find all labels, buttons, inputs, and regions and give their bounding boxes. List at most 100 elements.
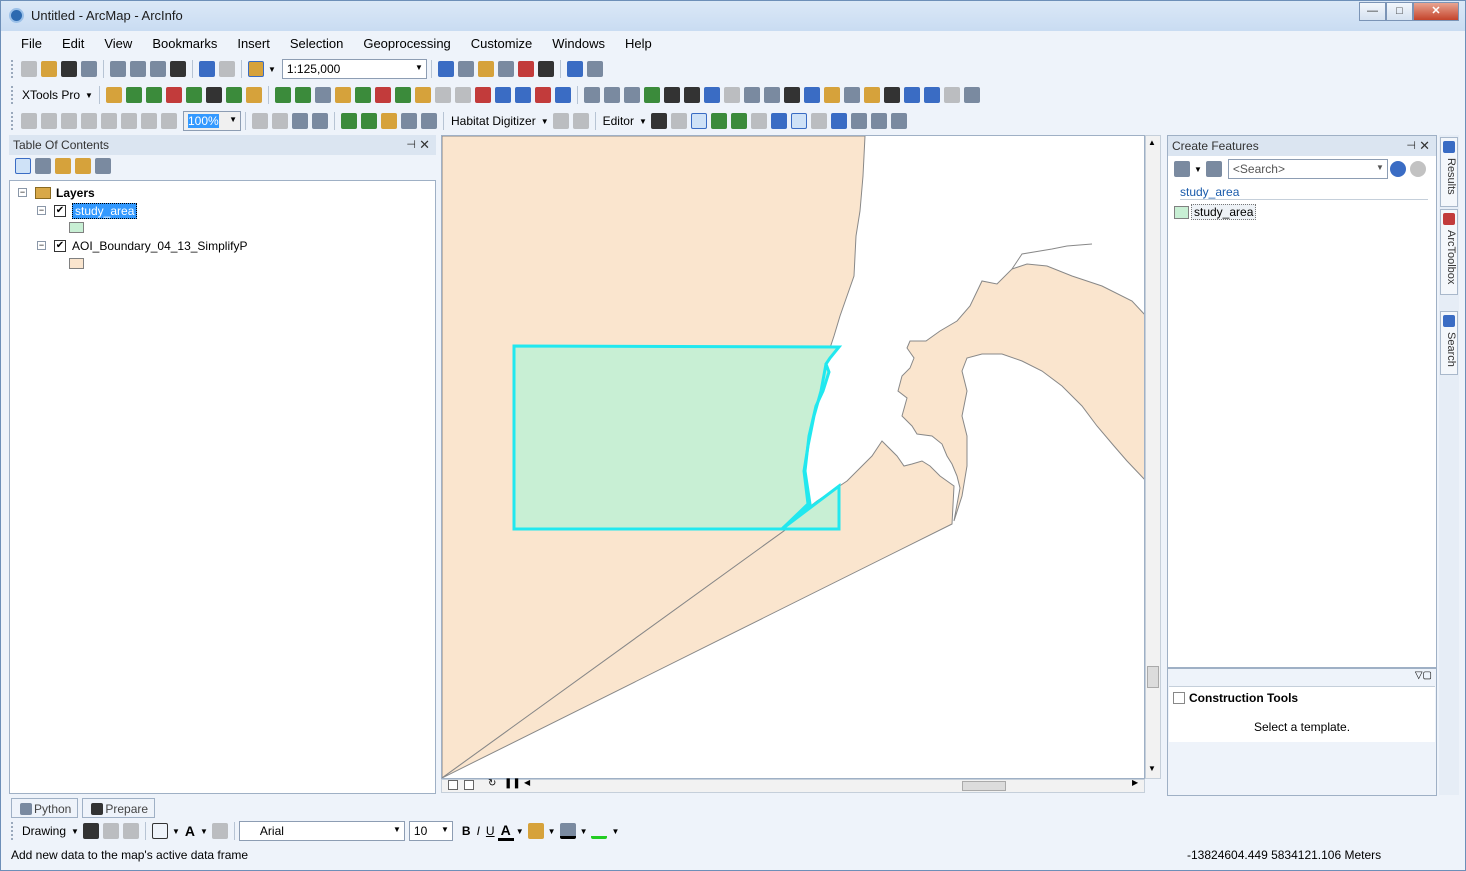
organize-templates-icon[interactable] (1205, 161, 1222, 177)
change-layout-icon[interactable] (292, 113, 308, 129)
straight-segment-icon[interactable] (690, 113, 707, 129)
scroll-down-icon[interactable]: ▼ (1148, 764, 1156, 773)
aoi-symbol-swatch[interactable] (69, 258, 84, 269)
chevron-down-icon[interactable]: ▼ (548, 827, 556, 836)
exclamation-icon[interactable] (474, 87, 491, 103)
layer-visibility-checkbox[interactable]: ✔ (54, 239, 66, 252)
layout-forward-icon[interactable] (161, 113, 177, 129)
close-icon[interactable]: ✕ (1419, 138, 1430, 154)
layer-label[interactable]: study_area (72, 202, 138, 219)
menu-bookmarks[interactable]: Bookmarks (140, 33, 225, 55)
close-icon[interactable]: ✕ (419, 137, 430, 153)
delete-icon[interactable] (170, 61, 186, 77)
zoom-to-selected-icon[interactable] (122, 823, 139, 839)
chevron-down-icon[interactable]: ▼ (611, 827, 619, 836)
study-area-symbol-swatch[interactable] (69, 222, 84, 233)
habitat-tool-icon[interactable] (552, 113, 569, 129)
colors-icon[interactable] (494, 87, 511, 103)
globe-blue-icon[interactable] (514, 87, 531, 103)
editor-toolbar-icon[interactable] (437, 61, 454, 77)
xtools-feature-icon[interactable] (105, 87, 122, 103)
marker-color-icon[interactable] (591, 823, 608, 839)
add-feature-icon[interactable] (185, 87, 202, 103)
edit-annotation-icon[interactable] (670, 113, 687, 129)
list-by-visibility-icon[interactable] (55, 158, 71, 174)
green-layers-icon[interactable] (394, 87, 411, 103)
add-data-dropdown-icon[interactable]: ▼ (268, 65, 276, 74)
layer-row-study-area[interactable]: − ✔ study_area (37, 202, 138, 219)
info-yellow-icon[interactable] (245, 87, 262, 103)
maximize-button[interactable]: □ (1386, 2, 1413, 21)
close-button[interactable]: ✕ (1413, 2, 1459, 21)
menu-file[interactable]: File (9, 33, 50, 55)
go-to-xy-icon[interactable] (923, 87, 940, 103)
list-by-selection-icon[interactable] (75, 158, 91, 174)
habitat-digitizer-menu[interactable]: Habitat Digitizer (448, 114, 539, 128)
toolbar-grip[interactable] (11, 86, 15, 104)
menu-edit[interactable]: Edit (50, 33, 92, 55)
map-data-frame[interactable] (441, 135, 1145, 779)
end-point-arc-icon[interactable] (710, 113, 727, 129)
trace-icon[interactable] (730, 113, 747, 129)
options-icon[interactable] (95, 158, 111, 174)
attributes-icon[interactable] (850, 113, 867, 129)
chevron-down-icon[interactable]: ▼ (85, 91, 93, 100)
layout-zoom-out-icon[interactable] (41, 113, 57, 129)
open-folder-icon[interactable] (41, 61, 57, 77)
question-red-icon[interactable] (534, 87, 551, 103)
zoom-whole-page-icon[interactable] (81, 113, 97, 129)
chevron-down-icon[interactable]: ▼ (1194, 165, 1202, 174)
green-circle-icon[interactable] (225, 87, 242, 103)
rectangle-icon[interactable] (151, 823, 168, 839)
toggle-draft-icon[interactable] (252, 113, 268, 129)
habitat-polygon-icon[interactable] (572, 113, 589, 129)
map-scale-combo[interactable]: 1:125,000 ▼ (281, 59, 427, 79)
minimize-button[interactable]: — (1359, 2, 1386, 21)
python-tab[interactable]: Python (11, 798, 79, 818)
zoom-out-icon[interactable] (603, 87, 620, 103)
clear-search-icon[interactable] (1409, 161, 1426, 177)
pin-icon[interactable]: ⊣ (1406, 139, 1416, 152)
edit-vertices-draw-icon[interactable] (211, 823, 228, 839)
find-route-icon[interactable] (903, 87, 920, 103)
results-tab[interactable]: Results (1440, 137, 1458, 207)
search-window-icon[interactable] (497, 61, 514, 77)
rotate-icon[interactable] (830, 113, 847, 129)
topology-icon[interactable] (381, 113, 397, 129)
rotate-element-icon[interactable] (102, 823, 119, 839)
table-grid-icon[interactable] (125, 87, 142, 103)
chevron-down-icon[interactable]: ▼ (71, 827, 79, 836)
toolbar-grip[interactable] (11, 60, 15, 78)
convert-icon[interactable] (165, 87, 182, 103)
create-features-icon[interactable] (890, 113, 907, 129)
point-icon[interactable] (750, 113, 767, 129)
data-driven-pages-icon[interactable] (312, 113, 328, 129)
spatial-adjust-icon[interactable] (421, 113, 437, 129)
toc-window-icon[interactable] (457, 61, 474, 77)
collapse-icon[interactable]: − (37, 206, 46, 215)
find-tool-icon[interactable] (294, 87, 311, 103)
cut-polygon-icon[interactable] (810, 113, 827, 129)
chevron-down-icon[interactable]: ▼ (580, 827, 588, 836)
map-vertical-scrollbar[interactable]: ▲ ▼ (1145, 135, 1161, 779)
chevron-down-icon[interactable]: ▼ (200, 827, 208, 836)
layout-zoom-combo[interactable]: 100% ▼ (183, 111, 241, 131)
measure-icon[interactable] (863, 87, 880, 103)
expand-icon[interactable]: ▽▢ (1415, 670, 1432, 681)
add-data-icon[interactable] (248, 61, 264, 77)
select-elements-arrow-icon[interactable] (783, 87, 800, 103)
create-viewer-icon[interactable] (963, 87, 980, 103)
scroll-left-icon[interactable]: ◀ (524, 778, 530, 787)
arctoolbox-tab[interactable]: ArcToolbox (1440, 209, 1458, 295)
hyperlink-icon[interactable] (823, 87, 840, 103)
layer-stack-icon[interactable] (334, 87, 351, 103)
copy-disabled-icon[interactable] (434, 87, 451, 103)
list-by-drawing-order-icon[interactable] (15, 158, 31, 174)
pencil-icon[interactable] (145, 87, 162, 103)
pause-drawing-icon[interactable]: ❚❚ (504, 778, 521, 789)
layer-tool-icon[interactable] (205, 87, 222, 103)
search-icon[interactable] (1389, 161, 1406, 177)
template-item-study-area[interactable]: study_area (1174, 204, 1257, 220)
underline-button[interactable]: U (483, 824, 498, 838)
xtools-pro-menu[interactable]: XTools Pro (19, 88, 83, 102)
